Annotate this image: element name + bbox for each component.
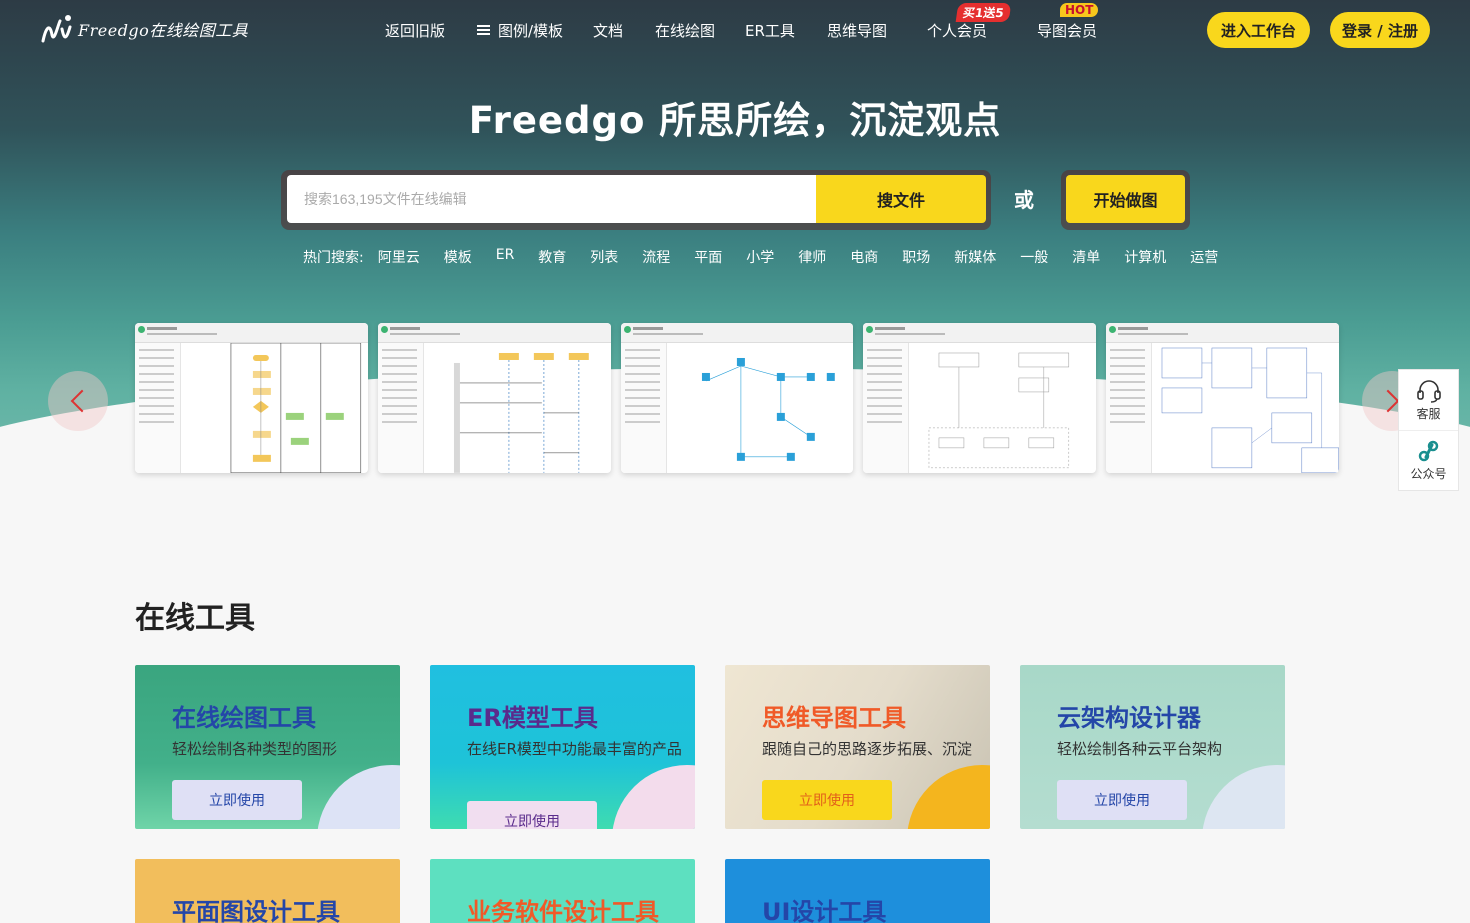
wechat-account-label: 公众号 [1410, 467, 1447, 481]
wechat-icon [1418, 440, 1438, 462]
nav-mindmap[interactable]: 思维导图 [827, 20, 887, 41]
tool-card-drawing[interactable]: 在线绘图工具 轻松绘制各种类型的图形 立即使用 [135, 665, 400, 829]
hot-tag[interactable]: 律师 [798, 247, 826, 267]
person-icon [317, 765, 400, 829]
cloud-icon [1202, 765, 1285, 829]
tool-card-title: 业务软件设计工具 [467, 898, 659, 923]
hot-tag[interactable]: 一般 [1020, 247, 1048, 267]
tool-card-use-button[interactable]: 立即使用 [762, 780, 892, 820]
template-thumbnail[interactable] [863, 323, 1097, 473]
tool-card-use-button[interactable]: 立即使用 [172, 780, 302, 820]
headset-icon [1416, 379, 1441, 403]
customer-service-button[interactable]: 客服 [1399, 370, 1458, 430]
hot-tag[interactable]: 平面 [694, 247, 722, 267]
template-thumbnail[interactable] [620, 323, 854, 473]
menu-icon [477, 25, 490, 35]
side-float-panel: 客服 公众号 [1398, 369, 1459, 491]
hot-tag[interactable]: 阿里云 [378, 247, 420, 267]
tool-card-title: 思维导图工具 [762, 704, 906, 732]
hot-tag[interactable]: 计算机 [1124, 247, 1166, 267]
login-button[interactable]: 登录 / 注册 [1330, 12, 1430, 48]
hot-tag[interactable]: 电商 [850, 247, 878, 267]
tool-card-title: ER模型工具 [467, 704, 598, 732]
template-carousel [135, 323, 1339, 473]
tool-card-use-button[interactable]: 立即使用 [1057, 780, 1187, 820]
hot-tag[interactable]: 小学 [746, 247, 774, 267]
tool-card-floorplan[interactable]: 平面图设计工具 [135, 859, 400, 923]
template-thumbnail[interactable] [1106, 323, 1339, 473]
hot-search-label: 热门搜索: [303, 250, 364, 266]
tool-card-title: 云架构设计器 [1057, 704, 1201, 732]
nav-online-draw[interactable]: 在线绘图 [655, 20, 715, 41]
tool-card-title: 平面图设计工具 [172, 898, 340, 923]
wechat-account-button[interactable]: 公众号 [1399, 430, 1458, 490]
carousel-prev-button[interactable] [48, 371, 108, 431]
customer-service-label: 客服 [1416, 406, 1441, 421]
nav-old-version[interactable]: 返回旧版 [385, 20, 445, 41]
nav-templates-label: 图例/模板 [498, 22, 564, 40]
workspace-button[interactable]: 进入工作台 [1207, 12, 1310, 48]
logo-text: Freedgo在线绘图工具 [78, 21, 249, 40]
tool-card-mindmap[interactable]: 思维导图工具 跟随自己的思路逐步拓展、沉淀 立即使用 [725, 665, 990, 829]
nav-templates[interactable]: 图例/模板 [477, 20, 563, 41]
tool-card-use-button[interactable]: 立即使用 [467, 801, 597, 829]
tool-card-title: 在线绘图工具 [172, 704, 316, 732]
hero-headline: Freedgo 所思所绘，沉淀观点 [468, 99, 1002, 142]
hot-tag[interactable]: 清单 [1072, 247, 1100, 267]
hot-tag[interactable]: 列表 [590, 247, 618, 267]
template-thumbnail[interactable] [135, 323, 368, 473]
tool-card-ui[interactable]: UI设计工具 [725, 859, 990, 923]
tool-card-business[interactable]: 业务软件设计工具 [430, 859, 695, 923]
tool-card-er[interactable]: ER模型工具 在线ER模型中功能最丰富的产品 立即使用 [430, 665, 695, 829]
nav-mindmap-member[interactable]: 导图会员 [1037, 20, 1097, 41]
tool-card-desc: 在线ER模型中功能最丰富的产品 [467, 740, 682, 758]
hot-tag[interactable]: 教育 [538, 247, 566, 267]
promo-badge: 买1送5 [955, 3, 1012, 22]
tool-card-desc: 轻松绘制各种云平台架构 [1057, 740, 1223, 758]
logo[interactable]: Freedgo在线绘图工具 [40, 12, 248, 46]
chevron-left-icon [70, 389, 94, 413]
hot-tag[interactable]: 流程 [642, 247, 670, 267]
er-diagram-preview [1161, 347, 1339, 473]
chevron-right-icon [1376, 389, 1400, 413]
nav-docs[interactable]: 文档 [593, 20, 623, 41]
hot-badge: HOT [1060, 3, 1099, 17]
flowchart-preview [230, 343, 362, 473]
sequence-preview [453, 352, 589, 473]
tool-card-title: UI设计工具 [762, 898, 887, 923]
logo-icon [41, 15, 72, 43]
cloud-architecture-preview [701, 357, 835, 461]
search-box: 搜文件 [281, 170, 991, 230]
nav-personal-member[interactable]: 个人会员 [927, 20, 987, 41]
hot-search-row: 热门搜索: 阿里云 模板 ER 教育 列表 流程 平面 小学 律师 电商 职场 … [303, 247, 1242, 267]
template-thumbnail[interactable] [377, 323, 611, 473]
tool-card-desc: 跟随自己的思路逐步拓展、沉淀 [762, 740, 973, 758]
bug-icon [907, 765, 990, 829]
or-text: 或 [1014, 188, 1034, 212]
hot-tag[interactable]: 运营 [1190, 247, 1218, 267]
tool-card-cloud[interactable]: 云架构设计器 轻松绘制各种云平台架构 立即使用 [1020, 665, 1285, 829]
hot-tag[interactable]: 新媒体 [954, 247, 996, 267]
search-button[interactable]: 搜文件 [816, 175, 986, 223]
start-drawing-button[interactable]: 开始做图 [1066, 175, 1185, 223]
database-icon [612, 765, 695, 829]
tool-card-desc: 轻松绘制各种类型的图形 [172, 740, 338, 758]
start-box: 开始做图 [1061, 170, 1190, 230]
hot-tag[interactable]: 职场 [902, 247, 930, 267]
hot-tag[interactable]: 模板 [444, 247, 472, 267]
marketing-diagram-preview [929, 352, 1070, 469]
nav-er-tool[interactable]: ER工具 [745, 20, 795, 41]
hot-tag[interactable]: ER [496, 247, 515, 267]
tools-section-title: 在线工具 [135, 601, 255, 636]
search-input[interactable] [287, 175, 819, 223]
